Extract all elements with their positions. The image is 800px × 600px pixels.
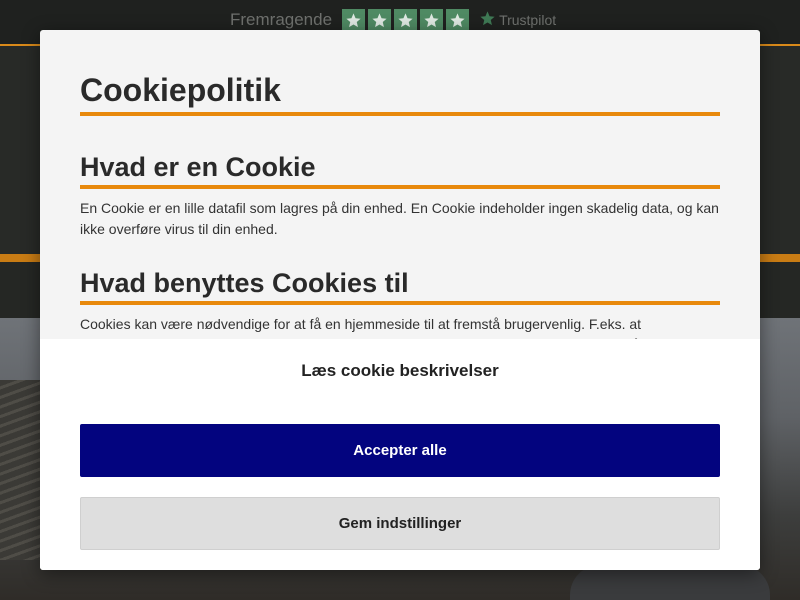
star-icon: [446, 8, 470, 32]
cookie-modal: Cookiepolitik Hvad er en Cookie En Cooki…: [40, 30, 760, 570]
hero-building: [0, 380, 40, 560]
trustpilot-rating-text: Fremragende: [230, 10, 333, 29]
save-settings-button[interactable]: Gem indstillinger: [80, 497, 720, 550]
trustpilot-widget[interactable]: Fremragende Trustpilot: [230, 8, 556, 32]
cookie-actions-panel: Læs cookie beskrivelser Accepter alle Ge…: [40, 339, 760, 570]
trustpilot-brand-text: Trustpilot: [499, 12, 557, 28]
section-heading-what-is-cookie: Hvad er en Cookie: [80, 150, 720, 189]
star-icon: [420, 8, 444, 32]
cookie-policy-title: Cookiepolitik: [80, 70, 720, 116]
star-icon: [394, 8, 418, 32]
trustpilot-logo: Trustpilot: [479, 10, 556, 30]
cookie-policy-content[interactable]: Cookiepolitik Hvad er en Cookie En Cooki…: [80, 30, 720, 339]
page: Fremragende Trustpilot Cookiepolitik Hva…: [0, 0, 800, 600]
section-body-cookie-usage: Cookies kan være nødvendige for at få en…: [80, 316, 670, 339]
trustpilot-star-icon: [479, 10, 496, 30]
star-icon: [342, 8, 366, 32]
read-cookie-descriptions-link[interactable]: Læs cookie beskrivelser: [40, 361, 760, 381]
section-body-what-is-cookie: En Cookie er en lille datafil som lagres…: [80, 200, 719, 237]
star-icon: [368, 8, 392, 32]
trustpilot-stars: [342, 8, 470, 32]
accept-all-button[interactable]: Accepter alle: [80, 424, 720, 477]
hero-car: [570, 565, 770, 600]
section-heading-cookie-usage: Hvad benyttes Cookies til: [80, 266, 720, 305]
